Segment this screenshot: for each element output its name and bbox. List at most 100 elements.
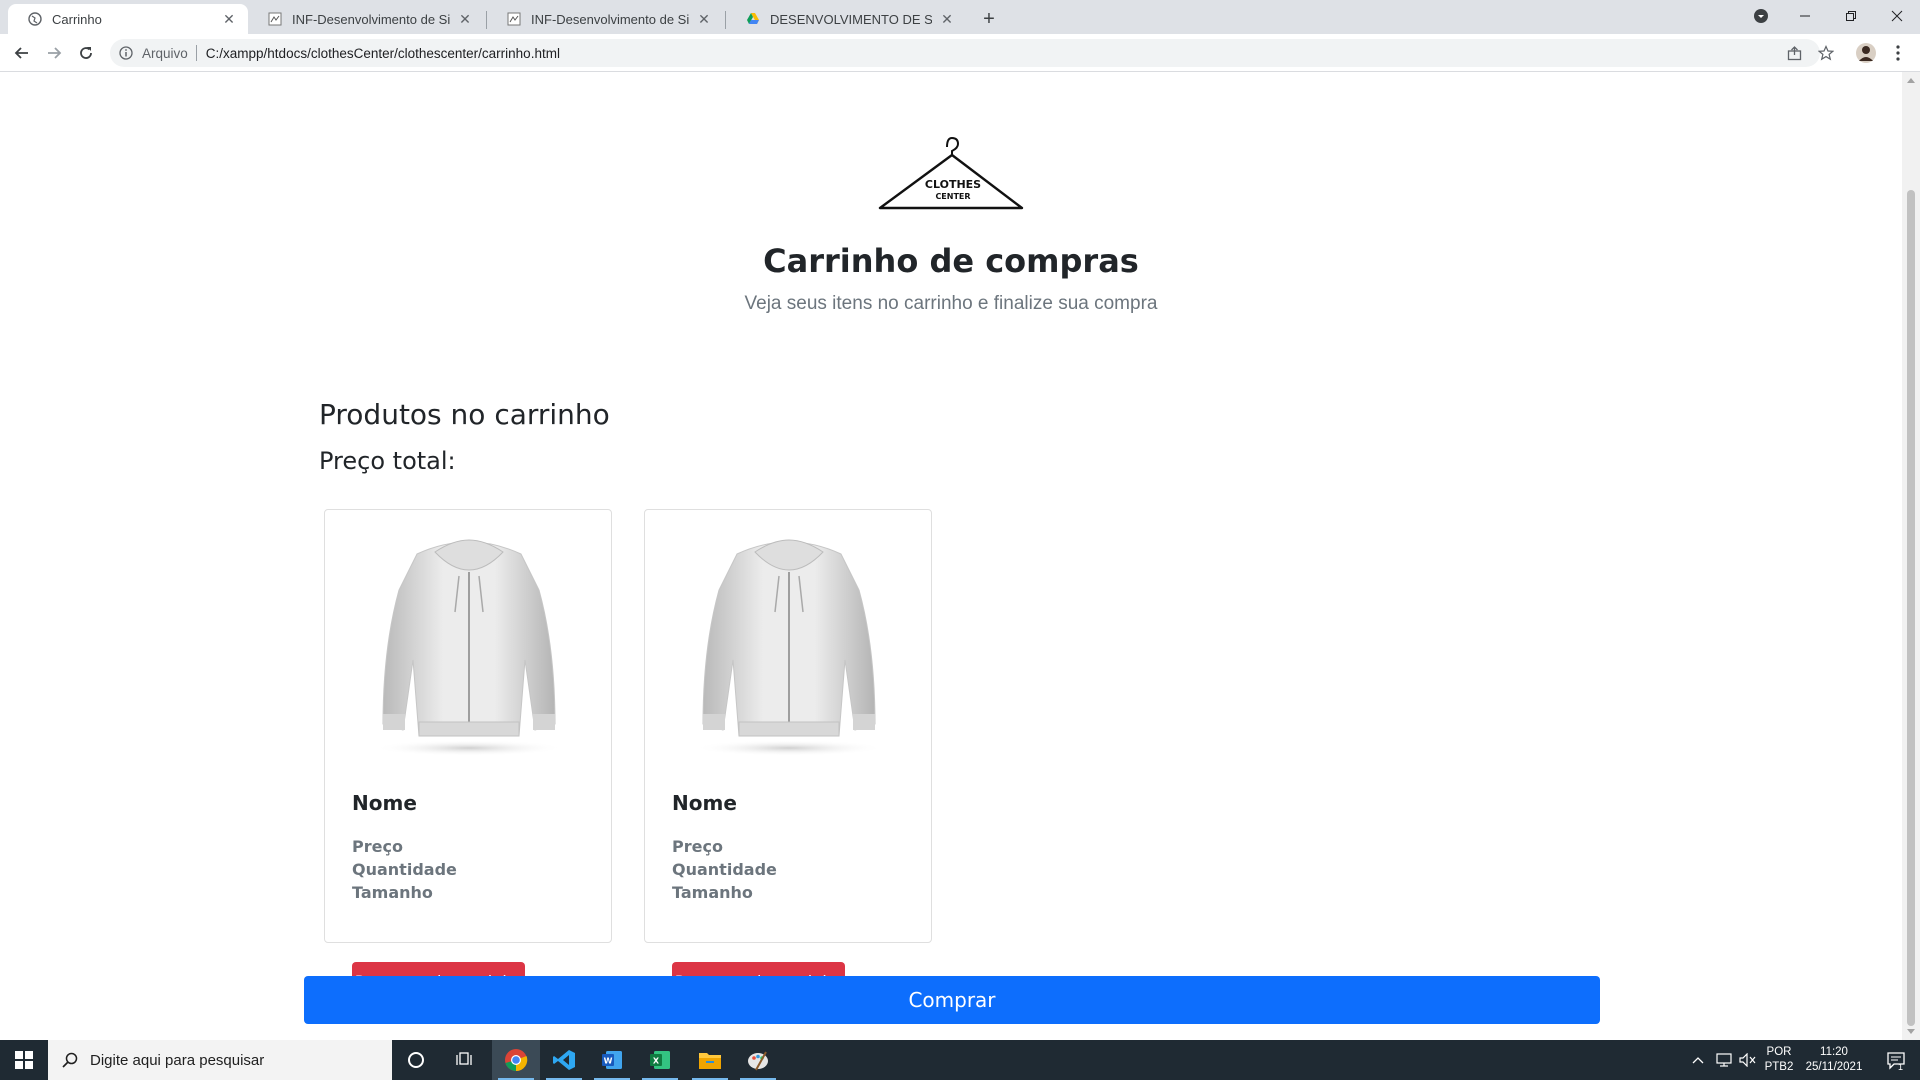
product-name: Nome xyxy=(672,791,737,815)
taskbar-word[interactable]: W xyxy=(588,1040,636,1080)
url-text[interactable]: C:/xampp/htdocs/clothesCenter/clothescen… xyxy=(206,46,560,61)
reload-icon xyxy=(80,47,92,59)
chevron-up-icon xyxy=(1692,1057,1704,1064)
taskbar-excel[interactable]: X xyxy=(636,1040,684,1080)
restore-button[interactable] xyxy=(1828,0,1874,32)
product-image xyxy=(694,539,884,756)
document-icon xyxy=(268,12,282,26)
address-bar[interactable]: Arquivo C:/xampp/htdocs/clothesCenter/cl… xyxy=(110,39,1820,67)
taskbar-chrome[interactable] xyxy=(492,1040,540,1080)
volume-button[interactable] xyxy=(1736,1040,1760,1080)
clock[interactable]: 11:20 25/11/2021 xyxy=(1798,1045,1870,1075)
close-window-button[interactable] xyxy=(1874,0,1920,32)
menu-button[interactable] xyxy=(1884,39,1912,67)
close-icon[interactable]: ✕ xyxy=(938,10,956,28)
network-button[interactable] xyxy=(1712,1040,1736,1080)
star-icon xyxy=(1818,45,1834,61)
product-size: Tamanho xyxy=(352,883,433,902)
tab-title: DESENVOLVIMENTO DE SISTEMAS xyxy=(770,11,932,27)
keyboard-layout: PTB2 xyxy=(1764,1061,1794,1073)
scroll-down-icon[interactable] xyxy=(1907,1029,1915,1034)
tab-strip: Carrinho ✕ INF-Desenvolvimento de Sistem… xyxy=(0,0,1920,34)
new-tab-button[interactable]: + xyxy=(976,6,1002,32)
back-button[interactable] xyxy=(8,39,36,67)
word-icon: W xyxy=(602,1051,622,1069)
tab-title: INF-Desenvolvimento de Sistemas xyxy=(531,11,689,27)
info-icon[interactable] xyxy=(118,45,134,61)
address-label: Arquivo xyxy=(142,45,188,61)
show-hidden-icons-button[interactable] xyxy=(1686,1040,1710,1080)
tab-desenvolvimento[interactable]: DESENVOLVIMENTO DE SISTEMAS ✕ xyxy=(726,4,966,34)
taskbar: Digite aqui para pesquisar W X POR PTB2 … xyxy=(0,1040,1920,1080)
product-quantity: Quantidade xyxy=(672,860,777,879)
vscode-icon xyxy=(553,1050,575,1070)
scroll-thumb[interactable] xyxy=(1907,190,1915,1026)
taskbar-search[interactable]: Digite aqui para pesquisar xyxy=(48,1040,392,1080)
taskbar-vscode[interactable] xyxy=(540,1040,588,1080)
buy-button[interactable]: Comprar xyxy=(304,976,1600,1024)
product-card: Nome Preço Quantidade Tamanho Remover do… xyxy=(644,509,932,1000)
page-title: Carrinho de compras xyxy=(763,242,1139,280)
network-icon xyxy=(1716,1053,1732,1067)
section-title: Produtos no carrinho xyxy=(319,398,610,431)
chrome-icon xyxy=(505,1049,528,1072)
close-icon[interactable]: ✕ xyxy=(456,10,474,28)
arrow-left-icon xyxy=(14,47,28,59)
tab-title: INF-Desenvolvimento de Sistemas xyxy=(292,11,450,27)
taskbar-paint[interactable] xyxy=(734,1040,782,1080)
clothes-center-logo[interactable]: CLOTHES CENTER xyxy=(875,132,1027,216)
tab-inf-2[interactable]: INF-Desenvolvimento de Sistemas ✕ xyxy=(487,4,723,34)
task-view-icon xyxy=(456,1052,472,1065)
clock-date: 25/11/2021 xyxy=(1805,1061,1863,1073)
share-button[interactable] xyxy=(1780,39,1808,67)
total-price-label: Preço total: xyxy=(319,447,456,475)
start-button[interactable] xyxy=(0,1040,48,1080)
page-subtitle: Veja seus itens no carrinho e finalize s… xyxy=(744,293,1158,314)
arrow-right-icon xyxy=(48,47,62,59)
tab-search-button[interactable] xyxy=(1738,0,1784,32)
minimize-button[interactable] xyxy=(1782,0,1828,32)
forward-button[interactable] xyxy=(40,39,68,67)
paint-icon xyxy=(748,1051,768,1071)
page-scrollbar[interactable] xyxy=(1902,72,1920,1040)
volume-muted-icon xyxy=(1739,1053,1756,1067)
search-placeholder: Digite aqui para pesquisar xyxy=(90,1051,265,1069)
avatar xyxy=(1856,43,1876,63)
taskbar-file-explorer[interactable] xyxy=(686,1040,734,1080)
language-code: POR xyxy=(1766,1046,1792,1058)
product-image xyxy=(374,539,564,756)
input-language[interactable]: POR PTB2 xyxy=(1762,1045,1796,1075)
product-card: Nome Preço Quantidade Tamanho Remover do… xyxy=(324,509,612,1000)
tab-title: Carrinho xyxy=(52,11,102,27)
svg-text:CENTER: CENTER xyxy=(935,192,970,201)
page-content: CLOTHES CENTER Carrinho de compras Veja … xyxy=(0,72,1902,1040)
more-vert-icon xyxy=(1896,45,1900,61)
reload-button[interactable] xyxy=(72,39,100,67)
notifications-button[interactable]: 1 xyxy=(1876,1040,1916,1080)
minimize-icon xyxy=(1800,15,1810,17)
chevron-down-icon xyxy=(1754,9,1768,23)
google-drive-icon xyxy=(747,13,759,24)
task-view-button[interactable] xyxy=(440,1040,488,1080)
address-divider xyxy=(195,45,197,61)
cortana-button[interactable] xyxy=(392,1040,440,1080)
close-icon[interactable]: ✕ xyxy=(695,10,713,28)
close-icon xyxy=(1891,10,1903,22)
search-icon xyxy=(62,1052,78,1068)
svg-text:W: W xyxy=(604,1057,613,1066)
profile-button[interactable] xyxy=(1852,39,1880,67)
clock-time: 11:20 xyxy=(1820,1046,1848,1058)
scroll-up-icon[interactable] xyxy=(1907,78,1915,83)
svg-text:CLOTHES: CLOTHES xyxy=(925,178,981,191)
close-icon[interactable]: ✕ xyxy=(220,10,238,28)
folder-icon xyxy=(699,1053,721,1069)
windows-icon xyxy=(15,1051,33,1069)
tab-carrinho[interactable]: Carrinho ✕ xyxy=(8,4,248,34)
bookmark-button[interactable] xyxy=(1812,39,1840,67)
restore-icon xyxy=(1846,11,1856,21)
tab-inf-1[interactable]: INF-Desenvolvimento de Sistemas ✕ xyxy=(248,4,484,34)
cortana-icon xyxy=(408,1052,424,1068)
globe-icon xyxy=(28,12,42,26)
product-name: Nome xyxy=(352,791,417,815)
product-size: Tamanho xyxy=(672,883,753,902)
